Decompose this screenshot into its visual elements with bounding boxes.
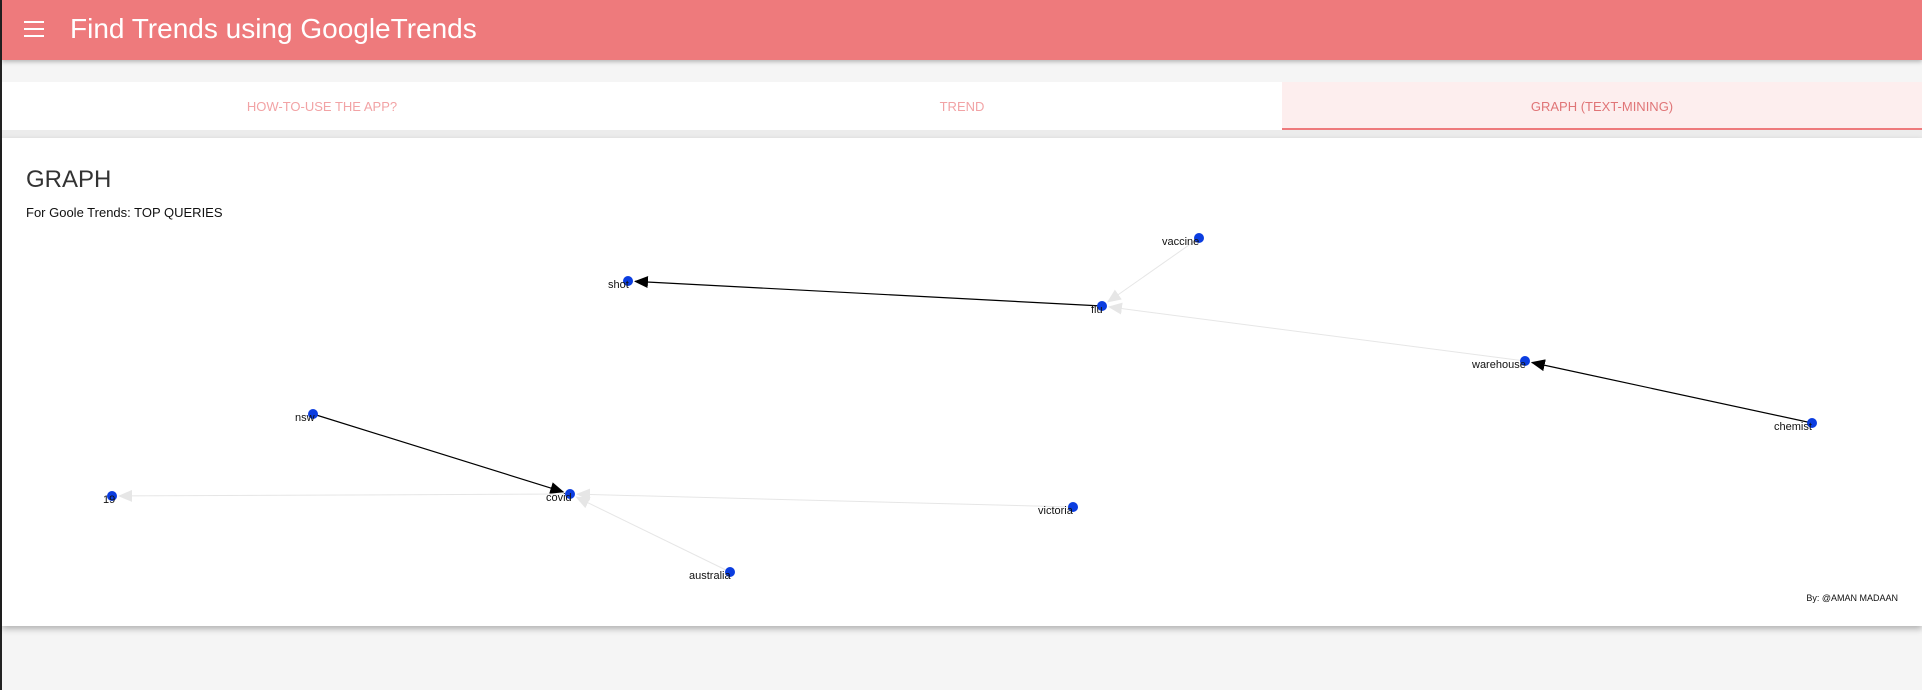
node-label-australia: australia: [689, 570, 731, 582]
app-bar: Find Trends using GoogleTrends: [2, 0, 1922, 60]
node-label-covid: covid: [546, 492, 572, 504]
tab-bar: HOW-TO-USE THE APP? TREND GRAPH (TEXT-MI…: [2, 82, 1922, 130]
graph-node-warehouse[interactable]: warehouse: [1471, 356, 1530, 371]
edge-victoria-to-covid: [575, 488, 1074, 508]
graph-card: GRAPH For Goole Trends: TOP QUERIES vacc…: [2, 138, 1922, 626]
graph-node-covid[interactable]: covid: [546, 489, 575, 504]
graph-node-shot[interactable]: shot: [608, 276, 633, 291]
edge-chemist-to-warehouse: [1530, 359, 1813, 424]
node-label-chemist: chemist: [1774, 421, 1812, 433]
node-label-shot: shot: [608, 279, 629, 291]
graph-node-chemist[interactable]: chemist: [1774, 418, 1817, 433]
graph-node-nsw[interactable]: nsw: [295, 409, 318, 424]
app-title: Find Trends using GoogleTrends: [70, 13, 477, 44]
node-label-victoria: victoria: [1038, 505, 1074, 517]
tabs-divider: [2, 130, 1922, 138]
edge-nsw-to-covid: [312, 413, 565, 494]
node-label-vaccine: vaccine: [1162, 236, 1199, 248]
tab-trend[interactable]: TREND: [642, 82, 1282, 130]
graph-node-vaccine[interactable]: vaccine: [1162, 233, 1204, 248]
node-label-warehouse: warehouse: [1471, 359, 1526, 371]
tab-graph-text-mining[interactable]: GRAPH (TEXT-MINING): [1282, 82, 1922, 130]
edge-covid-to-19: [117, 489, 571, 502]
node-label-flu: flu: [1091, 304, 1103, 316]
graph-node-flu[interactable]: flu: [1091, 301, 1107, 316]
menu-icon[interactable]: [24, 21, 44, 37]
author-credit: By: @AMAN MADAAN: [1806, 593, 1898, 603]
edge-australia-to-covid: [575, 496, 731, 573]
node-label-nsw: nsw: [295, 412, 315, 424]
node-label-19: 19: [103, 494, 115, 506]
network-graph[interactable]: vaccine shot flu warehouse chemist nsw 19 covid…: [2, 138, 1922, 626]
edge-flu-to-shot: [633, 276, 1103, 307]
tab-how-to-use[interactable]: HOW-TO-USE THE APP?: [2, 82, 642, 130]
edge-warehouse-to-flu: [1107, 302, 1526, 362]
graph-node-19[interactable]: 19: [103, 491, 117, 506]
graph-node-victoria[interactable]: victoria: [1038, 502, 1078, 517]
graph-node-australia[interactable]: australia: [689, 567, 735, 582]
